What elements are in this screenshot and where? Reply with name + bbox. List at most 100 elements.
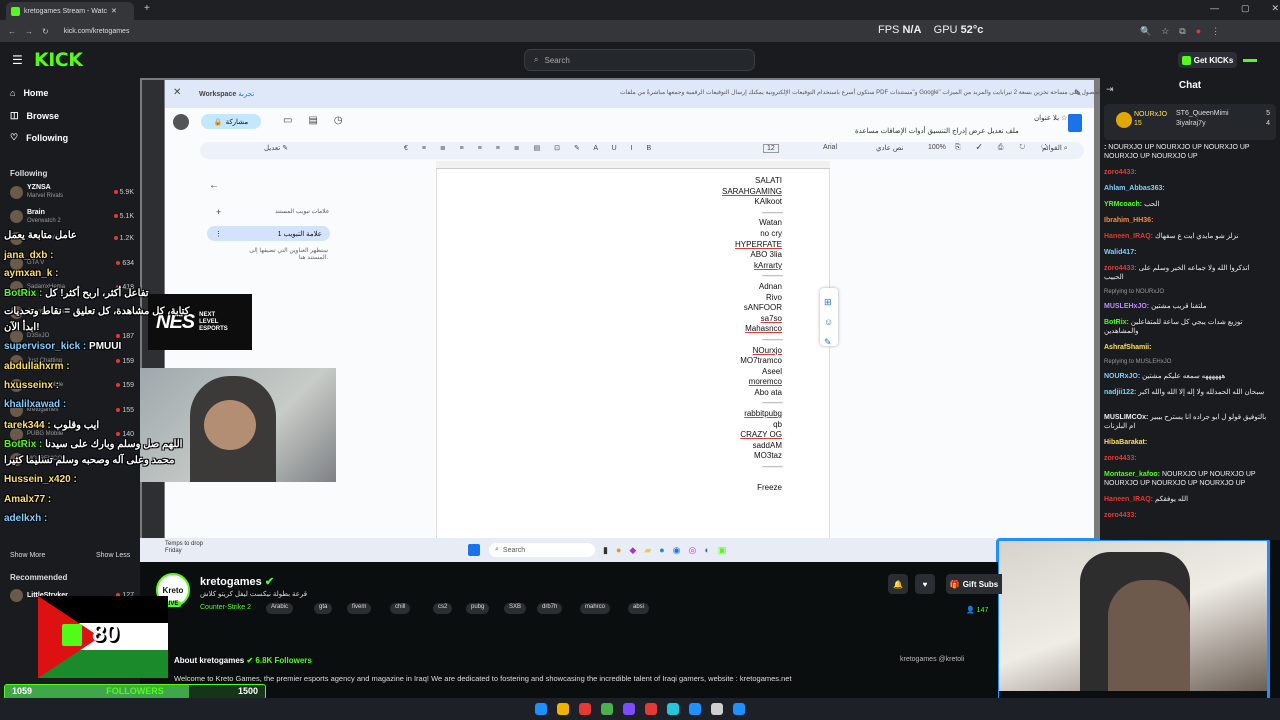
chat-message[interactable]: zoro4433: bbox=[1104, 168, 1270, 177]
chat-username[interactable]: zoro4433: bbox=[1104, 455, 1137, 462]
share-button[interactable]: 🔒 مشاركة bbox=[201, 114, 261, 129]
chat-message[interactable]: BotRix: توزيع شدات يبجي كل ساعة للمتفاعل… bbox=[1104, 318, 1270, 336]
chat-message[interactable]: zoro4433: bbox=[1104, 511, 1270, 520]
maximize-icon[interactable]: ▢ bbox=[1241, 3, 1250, 14]
chat-message[interactable]: MUSLEHxJO: ملتفنا قريب مشتين bbox=[1104, 302, 1270, 311]
chat-username[interactable]: BotRix: bbox=[1104, 319, 1131, 326]
taskbar-app-icon[interactable] bbox=[623, 703, 635, 715]
stream-tag[interactable]: pubg bbox=[466, 603, 490, 614]
stream-tag[interactable]: mahrco bbox=[580, 603, 611, 614]
stream-tag[interactable]: chill bbox=[390, 603, 411, 614]
taskbar-app-icon[interactable] bbox=[711, 703, 723, 715]
font-dropdown[interactable]: Arial bbox=[823, 144, 837, 151]
chat-username[interactable]: MUSLEHxJO: bbox=[1104, 303, 1151, 310]
taskbar-app-icon[interactable] bbox=[689, 703, 701, 715]
font-size-field[interactable]: 12 bbox=[763, 144, 779, 153]
add-comment-icon[interactable]: ⊞ ☺ ✎ bbox=[824, 292, 833, 352]
chat-message[interactable]: HibaBarakat: bbox=[1104, 438, 1270, 447]
zoom-dropdown[interactable]: 100% bbox=[928, 144, 946, 151]
taskbar-app-icon[interactable] bbox=[535, 703, 547, 715]
following-item[interactable]: Brain Overwatch 2 5.1K bbox=[10, 208, 134, 226]
chat-username[interactable]: Haneen_IRAQ: bbox=[1104, 233, 1155, 240]
taskbar-app-icon[interactable] bbox=[601, 703, 613, 715]
chat-username[interactable]: Replying to NOURxJO bbox=[1104, 289, 1164, 295]
chat-username[interactable]: Haneen_IRAQ: bbox=[1104, 496, 1155, 503]
forward-icon[interactable]: → bbox=[25, 27, 33, 36]
chat-username[interactable]: AshrafShamii: bbox=[1104, 344, 1151, 351]
docs-menu-items[interactable]: ملف تعديل عرض إدراج التنسيق أدوات الإضاف… bbox=[855, 127, 1019, 135]
chat-message[interactable]: NOURxJO: ههههههه سمعه عليكم مشتين bbox=[1104, 372, 1270, 381]
chat-username[interactable]: Montaser_kafoo: bbox=[1104, 471, 1162, 478]
new-tab-icon[interactable]: + bbox=[144, 3, 150, 14]
chat-username[interactable]: YRMcoach: bbox=[1104, 201, 1144, 208]
chat-username[interactable]: Ibrahim_HH36: bbox=[1104, 217, 1153, 224]
menu-dots-icon[interactable]: ⋮ bbox=[1211, 26, 1220, 37]
hamburger-menu-icon[interactable]: ☰ bbox=[12, 53, 23, 67]
nav-browse[interactable]: ◫ Browse bbox=[10, 110, 59, 121]
chat-username[interactable]: Walid417: bbox=[1104, 249, 1136, 256]
show-less-button[interactable]: Show Less bbox=[96, 552, 130, 559]
stream-tag[interactable]: absi bbox=[628, 603, 650, 614]
chat-message[interactable]: Ibrahim_HH36: bbox=[1104, 216, 1270, 225]
chat-username[interactable]: zoro4433: bbox=[1104, 512, 1137, 519]
close-tab-icon[interactable]: ✕ bbox=[111, 7, 117, 15]
gift-subs-button[interactable]: 🎁 Gift Subs bbox=[946, 574, 1002, 594]
chat-message[interactable]: : NOURXJO UP NOURXJO UP NOURXJO UP NOURX… bbox=[1104, 143, 1270, 161]
format-buttons[interactable]: € ≡ ≣ ≡ ≡ ≡ ≣ ▤ ⊡ ✎ A U I B bbox=[404, 144, 657, 152]
taskbar-app-icon[interactable] bbox=[557, 703, 569, 715]
stream-tag[interactable]: drb7h bbox=[537, 603, 563, 614]
search-input[interactable]: ⌕ Search bbox=[524, 49, 755, 71]
add-tab-icon[interactable]: + bbox=[216, 207, 221, 217]
reload-icon[interactable]: ↻ bbox=[42, 27, 49, 36]
chat-username[interactable]: Ahlam_Abbas363: bbox=[1104, 185, 1165, 192]
back-icon[interactable]: ← bbox=[8, 27, 16, 36]
kick-logo[interactable]: KICK bbox=[34, 49, 83, 71]
show-more-button[interactable]: Show More bbox=[10, 552, 45, 559]
profile-icon[interactable]: ● bbox=[1196, 26, 1201, 37]
chat-username[interactable]: zoro4433: bbox=[1104, 265, 1139, 272]
taskbar-app-icon[interactable] bbox=[579, 703, 591, 715]
undo-redo-print-icons[interactable]: ⎘ ✓ ⎙ ↻ ↺ bbox=[955, 144, 1054, 152]
account-avatar[interactable] bbox=[173, 114, 189, 130]
stream-tag[interactable]: gta bbox=[314, 603, 333, 614]
following-item[interactable]: YZNSA Marvel Rivals 5.9K bbox=[10, 183, 134, 201]
social-links[interactable]: kretogames @kretoli bbox=[900, 656, 964, 663]
doc-title[interactable]: بلا عنوان ☆ bbox=[1034, 114, 1067, 122]
chat-message[interactable]: AshrafShamii: bbox=[1104, 343, 1270, 352]
url-field[interactable]: kick.com/kretogames bbox=[64, 28, 130, 35]
outline-back-icon[interactable]: ← bbox=[209, 180, 219, 191]
chat-message[interactable]: YRMcoach: الحب bbox=[1104, 200, 1270, 209]
stream-tag[interactable]: fivem bbox=[347, 603, 372, 614]
nav-following[interactable]: ♡ Following bbox=[10, 132, 68, 143]
comments-icon[interactable]: ▤ bbox=[308, 115, 317, 126]
stream-tag[interactable]: Arabic bbox=[266, 603, 294, 614]
channel-name[interactable]: kretogames ✔ bbox=[200, 575, 274, 588]
chat-username[interactable]: nadjii122: bbox=[1104, 389, 1138, 396]
style-dropdown[interactable]: نص عادي bbox=[876, 144, 903, 152]
meet-icon[interactable]: ▭ bbox=[283, 115, 292, 126]
taskbar-app-icon[interactable] bbox=[645, 703, 657, 715]
menus-search-button[interactable]: القوائم ⌕ bbox=[1042, 144, 1068, 153]
editing-mode-dropdown[interactable]: تعديل ✎ bbox=[264, 144, 288, 152]
history-icon[interactable]: ◷ bbox=[334, 115, 343, 126]
stream-tag[interactable]: cs2 bbox=[433, 603, 453, 614]
chat-message[interactable]: nadjii122: سبحان الله الحمدلله ولا إله إ… bbox=[1104, 388, 1270, 397]
get-kicks-button[interactable]: Get KICKs bbox=[1178, 52, 1237, 68]
chat-message[interactable]: Walid417: bbox=[1104, 248, 1270, 257]
extensions-icon[interactable]: ⧉ bbox=[1179, 26, 1185, 37]
chat-message[interactable]: zoro4433: bbox=[1104, 454, 1270, 463]
chat-username[interactable]: Replying to MUSLEHxJO bbox=[1104, 359, 1171, 365]
top-gifters-rest[interactable]: ST6_QueenMimi 5 3iyalraj7y 4 bbox=[1176, 109, 1270, 129]
taskbar-app-icon[interactable] bbox=[733, 703, 745, 715]
chat-message[interactable]: Haneen_IRAQ: نزلز شو مايدي ايت ع سفهاك bbox=[1104, 232, 1270, 241]
chat-username[interactable]: MUSLIMCOx: bbox=[1104, 414, 1150, 421]
stream-category[interactable]: Counter-Strike 2 bbox=[200, 604, 251, 611]
chat-message[interactable]: Ahlam_Abbas363: bbox=[1104, 184, 1270, 193]
chat-message[interactable]: MUSLIMCOx: بالتوفيق قولو ل ابو جراده انا… bbox=[1104, 413, 1270, 431]
follow-heart-button[interactable]: ♥ bbox=[915, 574, 935, 594]
close-banner-icon[interactable]: ✕ bbox=[173, 87, 181, 98]
stream-tag[interactable]: SXB bbox=[504, 603, 527, 614]
user-avatar[interactable] bbox=[1243, 59, 1257, 62]
more-options-icon[interactable]: ⋮ bbox=[215, 230, 222, 238]
chat-username[interactable]: NOURxJO: bbox=[1104, 373, 1142, 380]
